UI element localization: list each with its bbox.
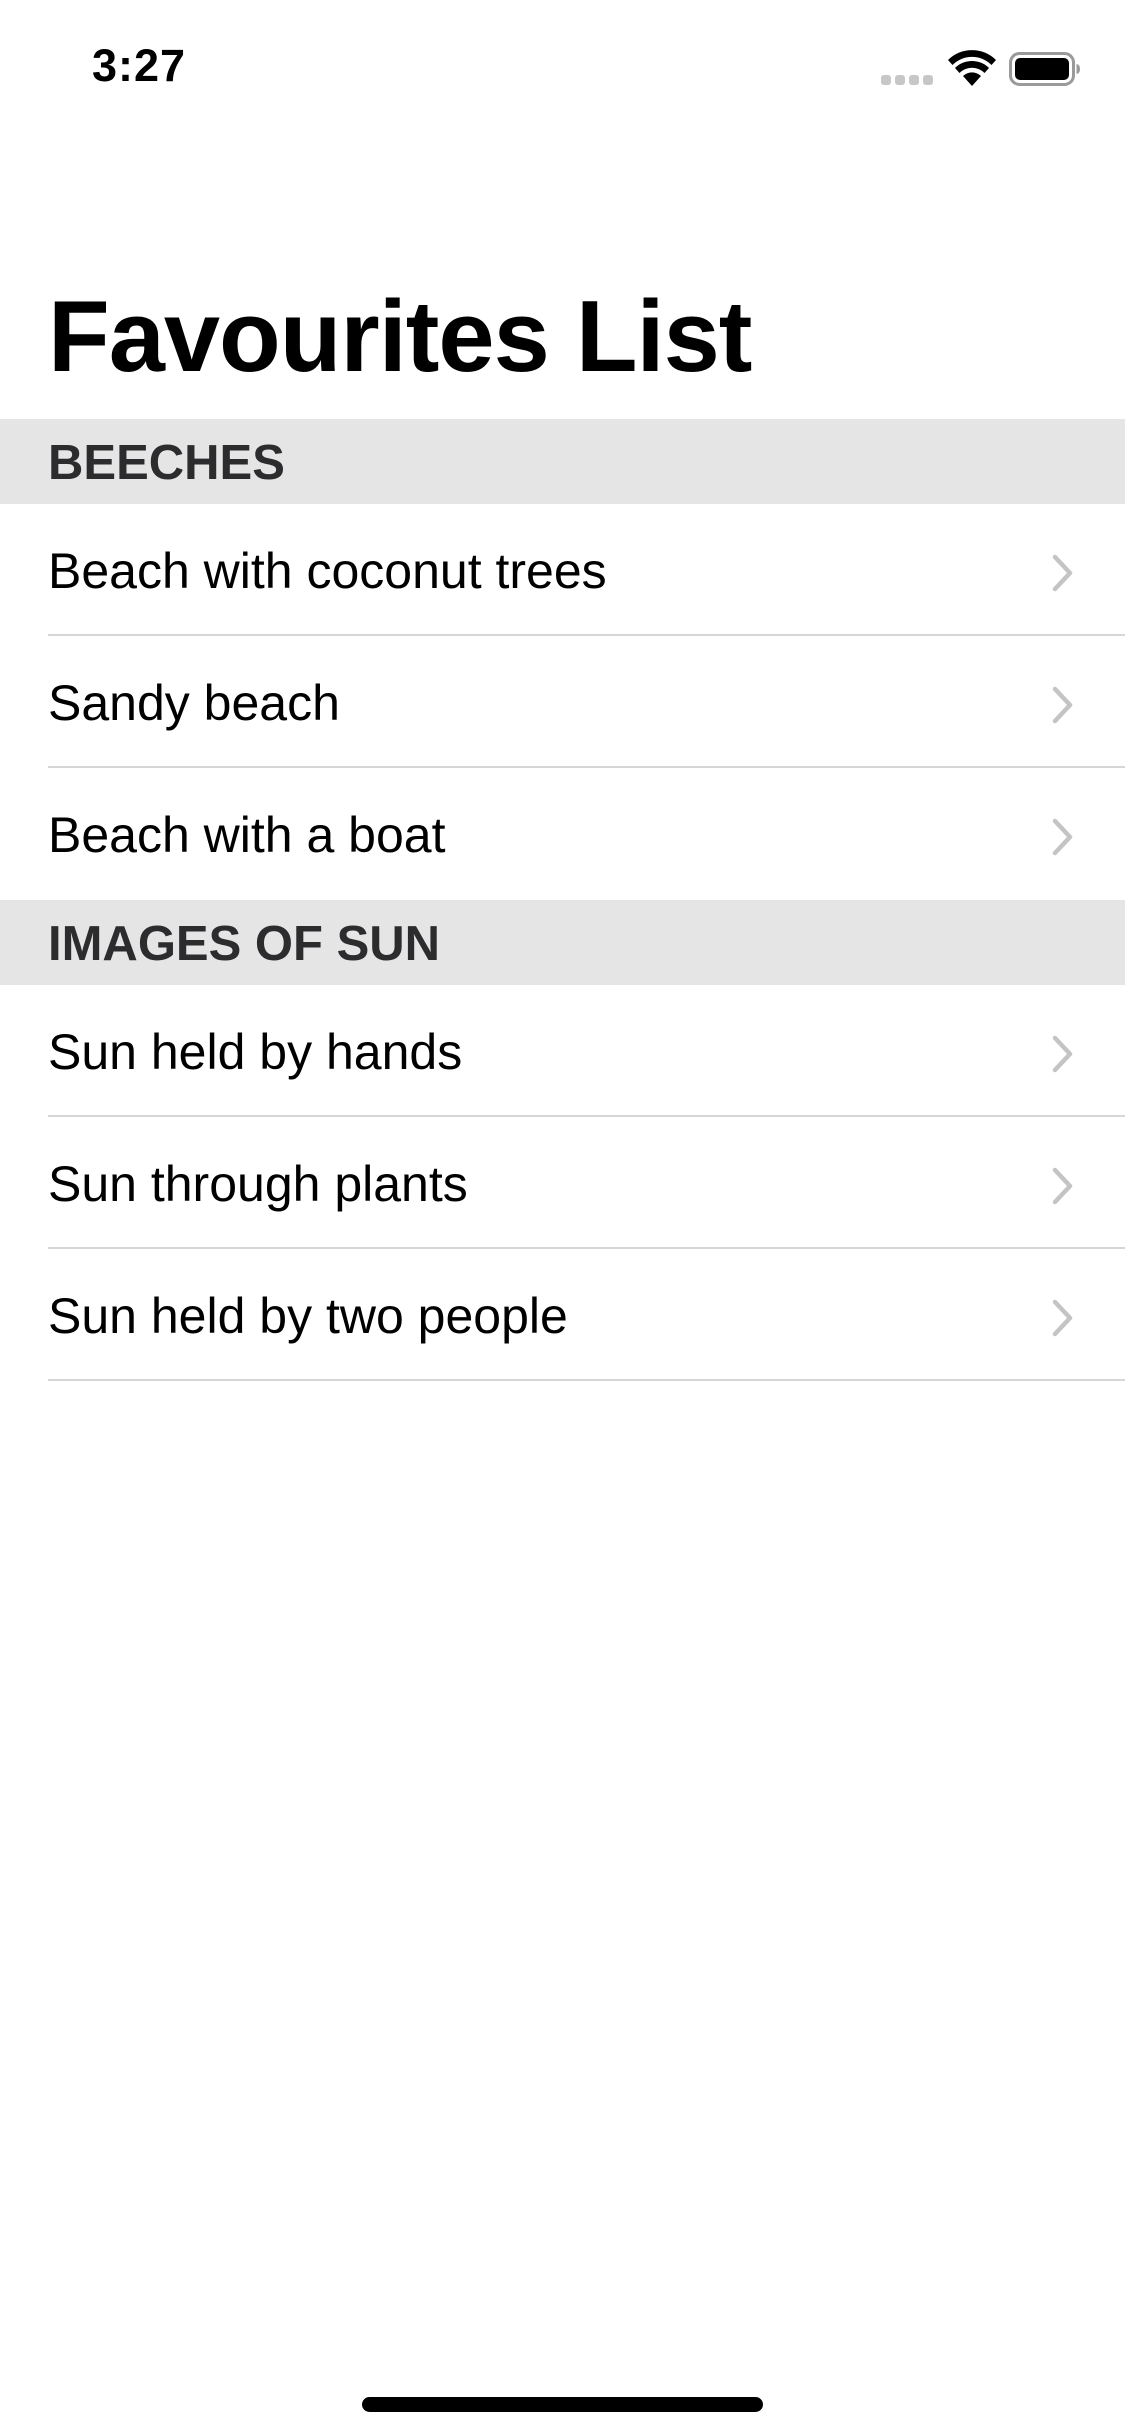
list-item[interactable]: Beach with a boat [0, 768, 1125, 900]
list-item-label: Sun held by hands [48, 1024, 463, 1080]
list-item[interactable]: Sun through plants [0, 1117, 1125, 1249]
home-indicator[interactable] [362, 2397, 763, 2412]
signal-icon [881, 75, 933, 85]
list-item[interactable]: Sun held by two people [0, 1249, 1125, 1381]
battery-icon [1009, 52, 1080, 86]
screen: 3:27 Favourites List BEECHES Beach with … [0, 0, 1125, 2436]
row-divider [48, 1379, 1125, 1381]
list-item-label: Sandy beach [48, 675, 340, 731]
chevron-right-icon [1052, 1167, 1073, 1205]
chevron-right-icon [1052, 554, 1073, 592]
list-item-label: Beach with a boat [48, 807, 446, 863]
list-item[interactable]: Sandy beach [0, 636, 1125, 768]
list-item[interactable]: Sun held by hands [0, 985, 1125, 1117]
status-bar: 3:27 [0, 0, 1125, 132]
status-time: 3:27 [92, 40, 187, 91]
chevron-right-icon [1052, 1035, 1073, 1073]
section-images-of-sun: IMAGES OF SUN Sun held by hands Sun thro… [0, 900, 1125, 1381]
chevron-right-icon [1052, 818, 1073, 856]
list-item-label: Beach with coconut trees [48, 543, 607, 599]
wifi-icon [948, 50, 996, 86]
section-header: BEECHES [0, 419, 1125, 504]
page-title: Favourites List [48, 281, 752, 393]
section-header-label: IMAGES OF SUN [48, 917, 441, 971]
list-item-label: Sun through plants [48, 1156, 468, 1212]
section-beeches: BEECHES Beach with coconut trees Sandy b… [0, 419, 1125, 900]
section-header-label: BEECHES [48, 436, 285, 490]
list-item-label: Sun held by two people [48, 1288, 568, 1344]
chevron-right-icon [1052, 1299, 1073, 1337]
section-header: IMAGES OF SUN [0, 900, 1125, 985]
favourites-list: BEECHES Beach with coconut trees Sandy b… [0, 419, 1125, 1381]
chevron-right-icon [1052, 686, 1073, 724]
list-item[interactable]: Beach with coconut trees [0, 504, 1125, 636]
